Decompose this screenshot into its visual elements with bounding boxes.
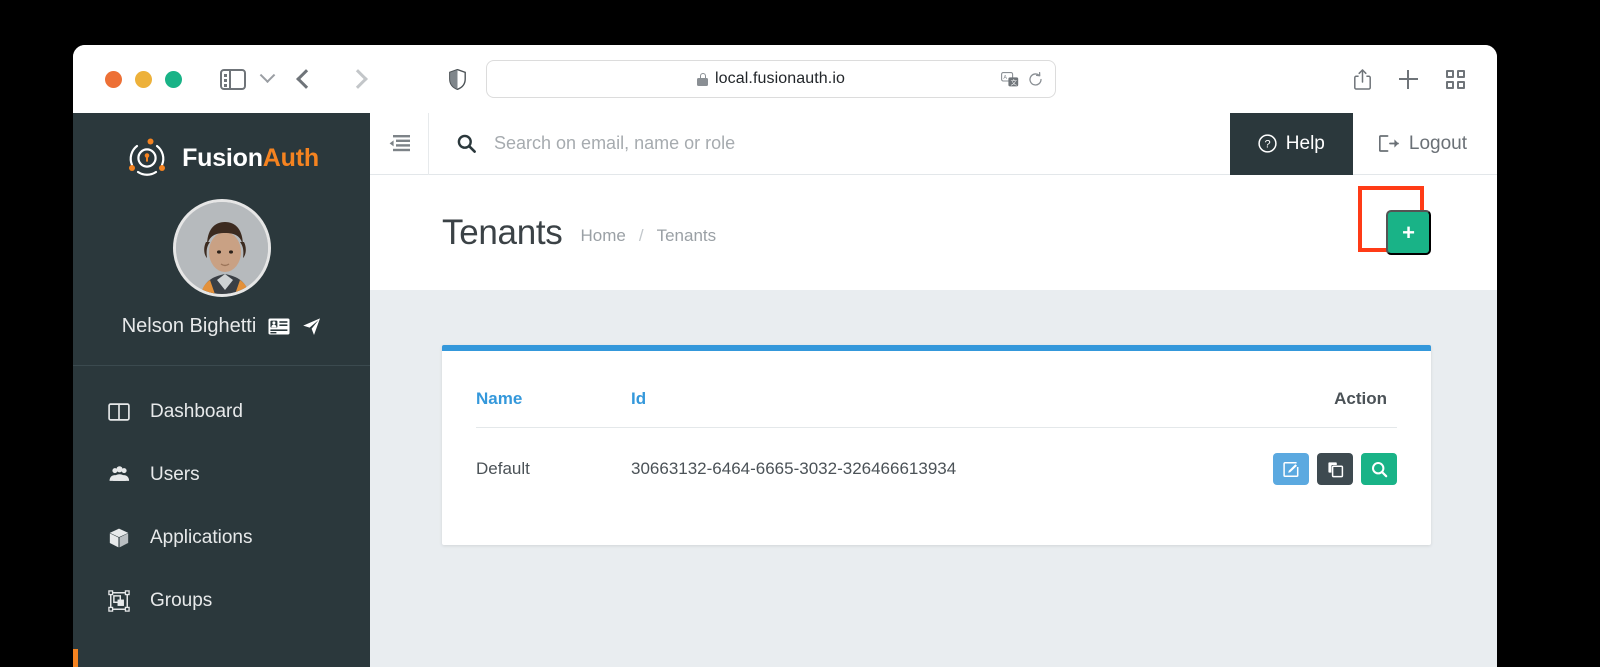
chevron-left-icon[interactable] — [296, 69, 316, 89]
sidebar: FusionAuth Nelson Bighetti Dashboard Use… — [73, 113, 370, 667]
svg-text:?: ? — [1264, 139, 1270, 151]
dashboard-icon — [107, 400, 131, 424]
tenants-table: Name Id Action Default 30663132-6464-666… — [476, 389, 1397, 485]
column-header-name[interactable]: Name — [476, 389, 631, 428]
breadcrumb: Home / Tenants — [581, 220, 717, 246]
sidebar-panel-icon[interactable] — [220, 68, 246, 90]
brand-title: FusionAuth — [182, 144, 319, 173]
sidebar-nav: Dashboard Users Applications Groups — [73, 366, 370, 632]
browser-window: local.fusionauth.io A 文 FusionAuth Nelso… — [73, 45, 1497, 667]
action-button-group — [1273, 453, 1397, 485]
table-body: Default 30663132-6464-6665-3032-32646661… — [476, 428, 1397, 485]
users-icon — [107, 463, 131, 487]
url-display: local.fusionauth.io — [487, 70, 1055, 88]
plus-icon[interactable] — [1399, 69, 1418, 89]
fusionauth-logo-icon — [124, 135, 170, 181]
avatar[interactable] — [172, 199, 271, 297]
browser-toolbar-right — [1354, 68, 1475, 90]
browser-toolbar: local.fusionauth.io A 文 — [73, 45, 1497, 113]
privacy-shield-icon[interactable] — [449, 68, 466, 90]
search-placeholder: Search on email, name or role — [494, 133, 736, 153]
cube-icon — [107, 526, 131, 550]
main-area: Search on email, name or role ? Help Log… — [370, 112, 1497, 667]
search-icon — [457, 134, 476, 153]
sidebar-item-label: Applications — [150, 526, 253, 548]
sidebar-item-users[interactable]: Users — [73, 443, 370, 506]
table-header-row: Name Id Action — [476, 389, 1397, 428]
view-tenant-button[interactable] — [1361, 453, 1397, 485]
brand-title-first: Fusion — [182, 143, 263, 172]
sidebar-active-accent — [73, 649, 78, 667]
page-header: Tenants Home / Tenants + — [370, 175, 1497, 290]
add-tenant-wrap: + — [1358, 186, 1431, 255]
lock-icon — [697, 72, 708, 86]
svg-text:文: 文 — [1011, 77, 1018, 86]
translate-icon[interactable]: A 文 — [1001, 71, 1019, 87]
breadcrumb-current: Tenants — [656, 225, 717, 245]
copy-icon — [1327, 461, 1344, 478]
sidebar-collapse-icon — [388, 135, 410, 152]
table-head: Name Id Action — [476, 389, 1397, 428]
sidebar-item-label: Users — [150, 463, 200, 485]
sidebar-item-groups[interactable]: Groups — [73, 569, 370, 632]
avatar-wrap — [73, 199, 370, 297]
paper-plane-icon[interactable] — [302, 317, 321, 336]
breadcrumb-separator: / — [638, 225, 644, 245]
column-header-id[interactable]: Id — [631, 389, 1217, 428]
reload-icon[interactable] — [1028, 71, 1043, 87]
chevron-down-icon[interactable] — [259, 66, 276, 83]
table-row[interactable]: Default 30663132-6464-6665-3032-32646661… — [476, 428, 1397, 485]
url-text: local.fusionauth.io — [715, 70, 845, 87]
content-area: Name Id Action Default 30663132-6464-666… — [370, 290, 1497, 667]
url-bar-actions: A 文 — [1001, 71, 1043, 87]
sidebar-item-label: Groups — [150, 589, 213, 611]
svg-text:A: A — [1003, 74, 1007, 80]
column-header-action: Action — [1217, 389, 1397, 428]
duplicate-tenant-button[interactable] — [1317, 453, 1353, 485]
id-card-icon[interactable] — [268, 318, 290, 335]
sidebar-item-dashboard[interactable]: Dashboard — [73, 380, 370, 443]
grid-icon[interactable] — [1446, 69, 1465, 89]
search-input[interactable]: Search on email, name or role — [429, 133, 1230, 154]
add-tenant-button[interactable]: + — [1386, 210, 1431, 255]
edit-icon — [1282, 461, 1300, 478]
cell-tenant-name: Default — [476, 459, 530, 478]
brand-title-second: Auth — [262, 143, 319, 172]
close-window-button[interactable] — [105, 70, 122, 88]
minimize-window-button[interactable] — [135, 70, 152, 88]
user-row: Nelson Bighetti — [73, 315, 370, 338]
breadcrumb-home[interactable]: Home — [581, 226, 626, 246]
help-label: Help — [1285, 132, 1325, 154]
sidebar-item-label: Dashboard — [150, 400, 243, 422]
tenants-card: Name Id Action Default 30663132-6464-666… — [442, 345, 1431, 545]
logout-label: Logout — [1408, 132, 1467, 154]
groups-icon — [107, 589, 131, 613]
search-icon — [1371, 461, 1388, 478]
help-button[interactable]: ? Help — [1229, 112, 1353, 175]
maximize-window-button[interactable] — [165, 70, 182, 88]
topbar: Search on email, name or role ? Help Log… — [370, 112, 1497, 175]
logout-button[interactable]: Logout — [1353, 113, 1497, 175]
user-name: Nelson Bighetti — [121, 315, 257, 337]
cell-tenant-id: 30663132-6464-6665-3032-326466613934 — [631, 459, 957, 478]
app-shell: FusionAuth Nelson Bighetti Dashboard Use… — [73, 112, 1497, 667]
cell-actions — [1217, 428, 1397, 485]
traffic-lights — [105, 70, 182, 88]
chevron-right-icon[interactable] — [348, 69, 368, 89]
brand[interactable]: FusionAuth — [73, 113, 370, 181]
share-icon[interactable] — [1354, 68, 1371, 90]
sidebar-item-applications[interactable]: Applications — [73, 506, 370, 569]
question-circle-icon: ? — [1258, 134, 1277, 153]
logout-icon — [1378, 135, 1399, 152]
url-bar[interactable]: local.fusionauth.io A 文 — [486, 60, 1056, 98]
page-title: Tenants — [442, 212, 563, 252]
edit-tenant-button[interactable] — [1273, 453, 1309, 485]
sidebar-collapse-button[interactable] — [370, 135, 428, 152]
